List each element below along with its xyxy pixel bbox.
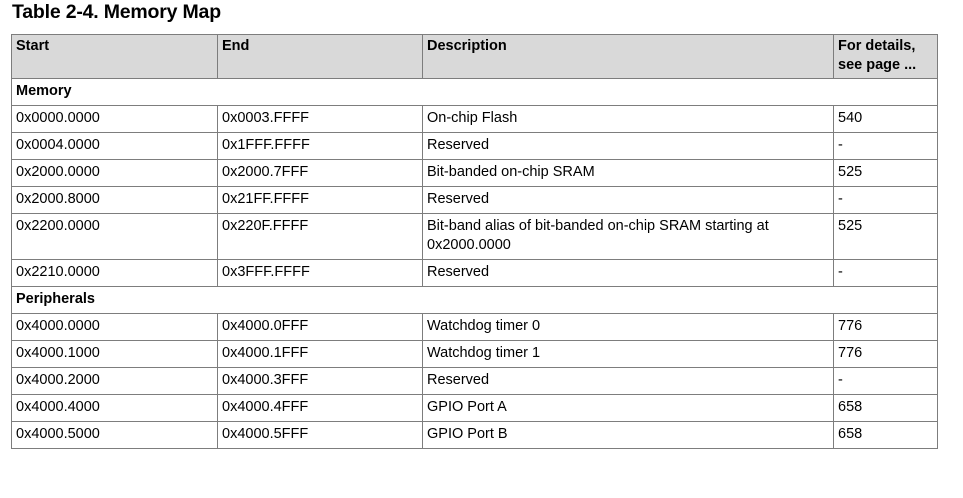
cell-start: 0x4000.0000 bbox=[11, 313, 218, 341]
cell-end: 0x2000.7FFF bbox=[217, 159, 423, 187]
table-row: 0x4000.5000 0x4000.5FFF GPIO Port B 658 bbox=[11, 421, 938, 449]
table-body: Memory 0x0000.0000 0x0003.FFFF On-chip F… bbox=[11, 78, 938, 449]
cell-page: - bbox=[833, 132, 938, 160]
table-row: 0x2000.0000 0x2000.7FFF Bit-banded on-ch… bbox=[11, 159, 938, 187]
table-title: Table 2-4. Memory Map bbox=[12, 1, 221, 23]
table-row: 0x2210.0000 0x3FFF.FFFF Reserved - bbox=[11, 259, 938, 287]
header-details: For details, see page ... bbox=[833, 34, 938, 79]
cell-description: Watchdog timer 1 bbox=[422, 340, 834, 368]
cell-start: 0x2000.8000 bbox=[11, 186, 218, 214]
header-start: Start bbox=[11, 34, 218, 79]
cell-start: 0x2000.0000 bbox=[11, 159, 218, 187]
header-row: Start End Description For details, see p… bbox=[11, 34, 938, 79]
cell-end: 0x4000.0FFF bbox=[217, 313, 423, 341]
cell-start: 0x2210.0000 bbox=[11, 259, 218, 287]
cell-page: - bbox=[833, 186, 938, 214]
table-row: 0x0004.0000 0x1FFF.FFFF Reserved - bbox=[11, 132, 938, 160]
section-row-peripherals: Peripherals bbox=[11, 286, 938, 314]
header-description: Description bbox=[422, 34, 834, 79]
cell-description: On-chip Flash bbox=[422, 105, 834, 133]
cell-description: Watchdog timer 0 bbox=[422, 313, 834, 341]
cell-start: 0x0004.0000 bbox=[11, 132, 218, 160]
cell-description: Reserved bbox=[422, 259, 834, 287]
cell-description: Reserved bbox=[422, 367, 834, 395]
cell-page: - bbox=[833, 259, 938, 287]
section-label: Peripherals bbox=[11, 286, 938, 314]
cell-end: 0x3FFF.FFFF bbox=[217, 259, 423, 287]
cell-page: 658 bbox=[833, 394, 938, 422]
table-header: Start End Description For details, see p… bbox=[11, 34, 938, 79]
cell-description: Bit-banded on-chip SRAM bbox=[422, 159, 834, 187]
table-row: 0x2000.8000 0x21FF.FFFF Reserved - bbox=[11, 186, 938, 214]
cell-start: 0x4000.2000 bbox=[11, 367, 218, 395]
cell-page: 525 bbox=[833, 159, 938, 187]
table-row: 0x4000.2000 0x4000.3FFF Reserved - bbox=[11, 367, 938, 395]
table-row: 0x4000.1000 0x4000.1FFF Watchdog timer 1… bbox=[11, 340, 938, 368]
table-row: 0x0000.0000 0x0003.FFFF On-chip Flash 54… bbox=[11, 105, 938, 133]
cell-description: Reserved bbox=[422, 132, 834, 160]
cell-end: 0x21FF.FFFF bbox=[217, 186, 423, 214]
memory-map-table: Start End Description For details, see p… bbox=[11, 34, 938, 449]
cell-end: 0x220F.FFFF bbox=[217, 213, 423, 260]
cell-page: 658 bbox=[833, 421, 938, 449]
cell-end: 0x4000.1FFF bbox=[217, 340, 423, 368]
cell-page: 525 bbox=[833, 213, 938, 260]
cell-page: 776 bbox=[833, 313, 938, 341]
table-row: 0x2200.0000 0x220F.FFFF Bit-band alias o… bbox=[11, 213, 938, 260]
cell-start: 0x4000.5000 bbox=[11, 421, 218, 449]
cell-end: 0x4000.5FFF bbox=[217, 421, 423, 449]
cell-end: 0x4000.4FFF bbox=[217, 394, 423, 422]
section-row-memory: Memory bbox=[11, 78, 938, 106]
cell-start: 0x0000.0000 bbox=[11, 105, 218, 133]
table-row: 0x4000.0000 0x4000.0FFF Watchdog timer 0… bbox=[11, 313, 938, 341]
cell-end: 0x4000.3FFF bbox=[217, 367, 423, 395]
cell-page: - bbox=[833, 367, 938, 395]
section-label: Memory bbox=[11, 78, 938, 106]
header-end: End bbox=[217, 34, 423, 79]
cell-page: 540 bbox=[833, 105, 938, 133]
table-row: 0x4000.4000 0x4000.4FFF GPIO Port A 658 bbox=[11, 394, 938, 422]
cell-description: Bit-band alias of bit-banded on-chip SRA… bbox=[422, 213, 834, 260]
cell-start: 0x2200.0000 bbox=[11, 213, 218, 260]
cell-end: 0x0003.FFFF bbox=[217, 105, 423, 133]
cell-description: GPIO Port B bbox=[422, 421, 834, 449]
cell-description: GPIO Port A bbox=[422, 394, 834, 422]
cell-description: Reserved bbox=[422, 186, 834, 214]
cell-page: 776 bbox=[833, 340, 938, 368]
cell-end: 0x1FFF.FFFF bbox=[217, 132, 423, 160]
cell-start: 0x4000.4000 bbox=[11, 394, 218, 422]
cell-start: 0x4000.1000 bbox=[11, 340, 218, 368]
